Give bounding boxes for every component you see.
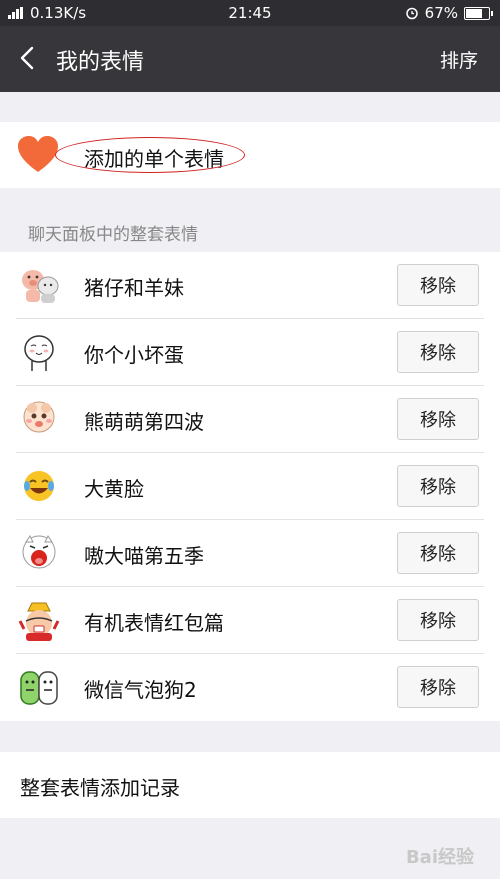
status-right: 67% bbox=[405, 4, 493, 22]
baby-sticker-icon bbox=[23, 401, 55, 433]
list-item[interactable]: 嗷大喵第五季 移除 bbox=[0, 520, 500, 587]
laughing-face-icon bbox=[24, 471, 54, 501]
heart-icon bbox=[18, 136, 58, 172]
section-header: 聊天面板中的整套表情 bbox=[28, 225, 198, 245]
sticker-set-name: 猪仔和羊妹 bbox=[84, 276, 184, 300]
list-item[interactable]: 有机表情红包篇 移除 bbox=[0, 587, 500, 654]
list-item[interactable]: 你个小坏蛋 移除 bbox=[0, 319, 500, 386]
remove-button[interactable]: 移除 bbox=[397, 666, 479, 708]
list-item[interactable]: 猪仔和羊妹 移除 bbox=[0, 252, 500, 319]
annotation-ellipse bbox=[55, 137, 245, 173]
history-label: 整套表情添加记录 bbox=[20, 776, 180, 800]
sticker-set-name: 嗷大喵第五季 bbox=[84, 544, 204, 568]
pig-sticker-icon bbox=[22, 270, 59, 303]
cat-sticker-icon bbox=[22, 535, 56, 569]
remove-button[interactable]: 移除 bbox=[397, 465, 479, 507]
page-title: 我的表情 bbox=[56, 50, 145, 75]
sticker-set-name: 微信气泡狗2 bbox=[84, 678, 197, 702]
watermark: Bai经验 bbox=[405, 847, 474, 868]
remove-button[interactable]: 移除 bbox=[397, 398, 479, 440]
sticker-set-name: 有机表情红包篇 bbox=[84, 611, 224, 635]
list-item[interactable]: 熊萌萌第四波 移除 bbox=[0, 386, 500, 453]
remove-button[interactable]: 移除 bbox=[397, 331, 479, 373]
sticker-set-name: 你个小坏蛋 bbox=[84, 343, 184, 367]
alarm-icon bbox=[405, 7, 418, 20]
battery-percent: 67% bbox=[424, 4, 458, 22]
nav-bar: 我的表情 排序 bbox=[0, 26, 500, 92]
remove-button[interactable]: 移除 bbox=[397, 599, 479, 641]
battery-icon bbox=[464, 6, 493, 20]
remove-button[interactable]: 移除 bbox=[397, 264, 479, 306]
face-sticker-icon bbox=[24, 335, 54, 371]
history-row[interactable]: 整套表情添加记录 bbox=[0, 752, 500, 818]
battery-level bbox=[466, 8, 483, 18]
bubble-dog-sticker-icon bbox=[20, 671, 58, 705]
list-item[interactable]: 微信气泡狗2 移除 bbox=[0, 654, 500, 721]
sort-button[interactable]: 排序 bbox=[440, 46, 478, 73]
red-packet-sticker-icon bbox=[18, 602, 60, 641]
sticker-set-name: 熊萌萌第四波 bbox=[84, 410, 204, 434]
sticker-set-list: 猪仔和羊妹 移除 你个小坏蛋 移除 熊萌萌第四波 移除 大黄脸 移除 嗷大喵第五… bbox=[0, 252, 500, 721]
remove-button[interactable]: 移除 bbox=[397, 532, 479, 574]
sticker-set-name: 大黄脸 bbox=[84, 477, 144, 501]
status-bar: 0.13K/s 21:45 67% bbox=[0, 0, 500, 26]
list-item[interactable]: 大黄脸 移除 bbox=[0, 453, 500, 520]
back-arrow-icon[interactable] bbox=[14, 44, 42, 72]
